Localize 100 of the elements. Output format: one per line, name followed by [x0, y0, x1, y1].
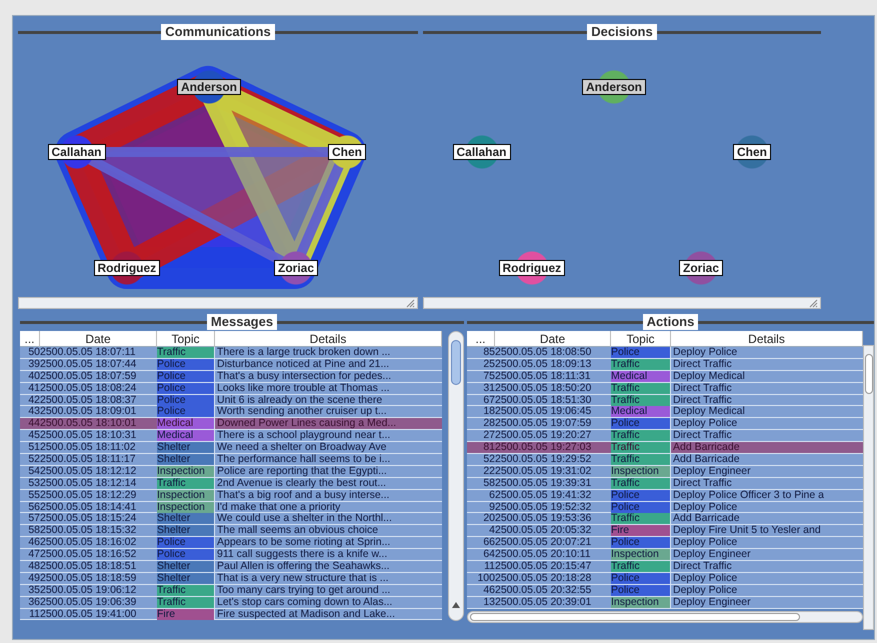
table-cell-text: 58 [27, 525, 40, 536]
resize-grip-icon[interactable] [406, 299, 415, 308]
table-cell: Police [611, 347, 671, 358]
table-cell: Inspection [157, 490, 215, 501]
table-row[interactable]: 132500.05.05 20:39:01 Inspection Deploy Engineer [467, 596, 863, 609]
table-cell: Shelter [157, 572, 215, 584]
table-cell-text: 18 [482, 406, 495, 418]
table-row[interactable]: 112500.05.05 20:15:47 Traffic Direct Traffic [467, 561, 863, 573]
table-row[interactable]: 312500.05.05 18:50:20 Traffic Direct Traffic [467, 382, 863, 395]
table-cell-text: 4 [488, 525, 495, 536]
horizontal-scrollbar[interactable] [467, 610, 863, 623]
table-row[interactable]: 572500.05.05 18:15:24 Shelter We could use a shelter in the Northl... [20, 513, 442, 526]
table-cell: Traffic [611, 478, 671, 489]
graph-node[interactable]: Rodriguez [498, 251, 566, 285]
table-row[interactable]: 662500.05.05 20:07:21 Police Deploy Police [467, 537, 863, 550]
scroll-thumb[interactable] [865, 354, 873, 394]
table-row[interactable]: 1002500.05.05 20:18:28 Police Deploy Police [467, 572, 863, 585]
table-row[interactable]: 362500.05.05 19:06:39 Traffic Let's stop cars coming down to Alas... [20, 596, 442, 609]
table-cell-text: 43 [27, 406, 40, 418]
table-cell-text: 25 [482, 358, 495, 370]
table-cell-text: 2500.05.05 19:20:27 [495, 430, 592, 442]
table-cell-text: 2500.05.05 18:16:02 [40, 537, 138, 548]
table-row[interactable]: 92500.05.05 19:52:32 Police Deploy Police [467, 502, 863, 514]
table-row[interactable]: 272500.05.05 19:20:27 Traffic Direct Traffic [467, 430, 863, 442]
table-row[interactable]: 252500.05.05 18:09:13 Traffic Direct Traffic [467, 358, 863, 371]
table-row[interactable]: 492500.05.05 18:18:59 Shelter That is a very new structure that is ... [20, 572, 442, 585]
scroll-thumb[interactable] [470, 612, 800, 621]
table-cell-text: 2500.05.05 18:16:52 [40, 549, 138, 560]
table-cell-text: 6 [488, 490, 495, 501]
graph-node[interactable]: Zoriac [679, 251, 724, 285]
table-cell: Inspection [611, 596, 671, 608]
table-cell: Traffic [611, 454, 671, 466]
graph-node[interactable]: Callahan [452, 135, 511, 169]
table-row[interactable]: 562500.05.05 18:14:41 Inspection I'd make that one a priority [20, 502, 442, 514]
table-row[interactable]: 482500.05.05 18:18:51 Shelter Paul Allen is offering the Seahawks... [20, 561, 442, 573]
table-row[interactable]: 462500.05.05 18:16:02 Police Appears to be some rioting at Sprin... [20, 537, 442, 550]
vertical-scrollbar[interactable] [448, 331, 464, 621]
table-row[interactable]: 412500.05.05 18:08:24 Police Looks like more trouble at Thomas ... [20, 382, 442, 395]
graph-node[interactable]: Anderson [582, 70, 646, 104]
table-row[interactable]: 472500.05.05 18:16:52 Police 911 call suggests there is a knife w... [20, 549, 442, 562]
table-row[interactable]: 222500.05.05 19:31:02 Inspection Deploy Engineer [467, 466, 863, 478]
table-row[interactable]: 422500.05.05 18:08:37 Police Unit 6 is already on the scene there [20, 394, 442, 406]
table-cell: Traffic [157, 478, 215, 489]
table-cell: Police [611, 418, 671, 430]
table-row[interactable]: 442500.05.05 18:10:01 Medical Downed Power Lines causing a Med... [20, 418, 442, 430]
table-cell-text: 27 [482, 430, 495, 442]
table-cell-text: 9 [488, 502, 495, 513]
table-row[interactable]: 352500.05.05 19:06:12 Traffic Too many cars trying to get around ... [20, 584, 442, 597]
table-cell: Fire [611, 525, 671, 536]
table-row[interactable]: 282500.05.05 19:07:59 Police Deploy Police [467, 418, 863, 430]
graph-node[interactable]: Zoriac [274, 251, 318, 285]
graph-node[interactable]: Chen [733, 135, 771, 169]
table-row[interactable]: 452500.05.05 18:10:31 Medical There is a school playground near t... [20, 430, 442, 442]
table-cell-text: 11 [483, 561, 495, 572]
table-row[interactable]: 852500.05.05 18:08:50 Police Deploy Police [467, 347, 863, 359]
table-cell-text: 11 [28, 608, 40, 620]
table-row[interactable]: 202500.05.05 19:53:36 Traffic Add Barricade [467, 513, 863, 526]
table-row[interactable]: 812500.05.05 19:27:03 Traffic Add Barricade [467, 442, 863, 454]
table-row[interactable]: 522500.05.05 18:11:17 Shelter The performance hall seems to be i... [20, 454, 442, 466]
table-row[interactable]: 42500.05.05 20:05:32 Fire Deploy Fire Unit 5 to Yesler and [467, 525, 863, 538]
table-cell-text: 2500.05.05 18:50:20 [495, 382, 592, 394]
table-cell-text: Fire suspected at Madison and Lake... [216, 608, 396, 620]
table-cell: Traffic [157, 584, 215, 596]
vertical-scrollbar[interactable] [863, 345, 874, 630]
table-row[interactable]: 582500.05.05 18:15:32 Shelter The mall seems an obvious choice [20, 525, 442, 538]
resize-grip-icon[interactable] [809, 299, 818, 308]
scroll-up-arrow-icon[interactable] [452, 602, 460, 608]
table-cell-text: 2500.05.05 20:32:55 [495, 584, 592, 596]
table-cell-text: 2500.05.05 19:29:52 [495, 454, 592, 466]
table-row[interactable]: 672500.05.05 18:51:30 Traffic Direct Traffic [467, 394, 863, 406]
horizontal-scrollbar[interactable] [423, 297, 821, 309]
graph-node[interactable]: Callahan [48, 135, 106, 169]
table-row[interactable]: 502500.05.05 18:07:11 Traffic There is a large truck broken down ... [20, 347, 442, 359]
table-row[interactable]: 182500.05.05 19:06:45 Medical Deploy Medical [467, 406, 863, 418]
graph-node[interactable]: Rodriguez [94, 251, 160, 285]
table-cell-text: 2500.05.05 19:39:31 [495, 478, 592, 489]
scroll-thumb[interactable] [451, 340, 461, 385]
table-cell-text: There is a school playground near t... [216, 430, 392, 442]
table-row[interactable]: 392500.05.05 18:07:44 Police Disturbance noticed at Pine and 21... [20, 358, 442, 371]
graph-node[interactable]: Anderson [177, 70, 242, 104]
table-row[interactable]: 432500.05.05 18:09:01 Police Worth sending another cruiser up t... [20, 406, 442, 418]
table-row[interactable]: 522500.05.05 19:29:52 Traffic Add Barricade [467, 454, 863, 466]
table-row[interactable]: 542500.05.05 18:12:12 Inspection Police are reporting that the Egypti... [20, 466, 442, 478]
table-cell: Police [611, 584, 671, 596]
table-cell-text: That's a big roof and a busy interse... [216, 490, 390, 501]
table-row[interactable]: 402500.05.05 18:07:59 Police That's a busy intersection for pedes... [20, 370, 442, 383]
table-row[interactable]: 582500.05.05 19:39:31 Traffic Direct Traffic [467, 478, 863, 490]
graph-node[interactable]: Chen [328, 135, 366, 169]
table-cell-text: 54 [27, 466, 40, 477]
table-row[interactable]: 62500.05.05 19:41:32 Police Deploy Police Officer 3 to Pine a [467, 490, 863, 502]
table-row[interactable]: 512500.05.05 18:11:02 Shelter We need a shelter on Broadway Ave [20, 442, 442, 454]
table-cell-text: 2500.05.05 18:12:12 [40, 466, 138, 477]
horizontal-scrollbar[interactable] [18, 297, 418, 309]
table-row[interactable]: 462500.05.05 20:32:55 Police Deploy Police [467, 584, 863, 597]
table-row[interactable]: 752500.05.05 18:11:31 Medical Deploy Medical [467, 370, 863, 383]
table-row[interactable]: 112500.05.05 19:41:00 Fire Fire suspected at Madison and Lake... [20, 608, 442, 620]
table-row[interactable]: 642500.05.05 20:10:11 Inspection Deploy Engineer [467, 549, 863, 562]
table-cell-text: Add Barricade [672, 454, 741, 466]
table-row[interactable]: 552500.05.05 18:12:29 Inspection That's a big roof and a busy interse... [20, 490, 442, 502]
table-row[interactable]: 532500.05.05 18:12:14 Traffic 2nd Avenue is clearly the best rout... [20, 478, 442, 490]
